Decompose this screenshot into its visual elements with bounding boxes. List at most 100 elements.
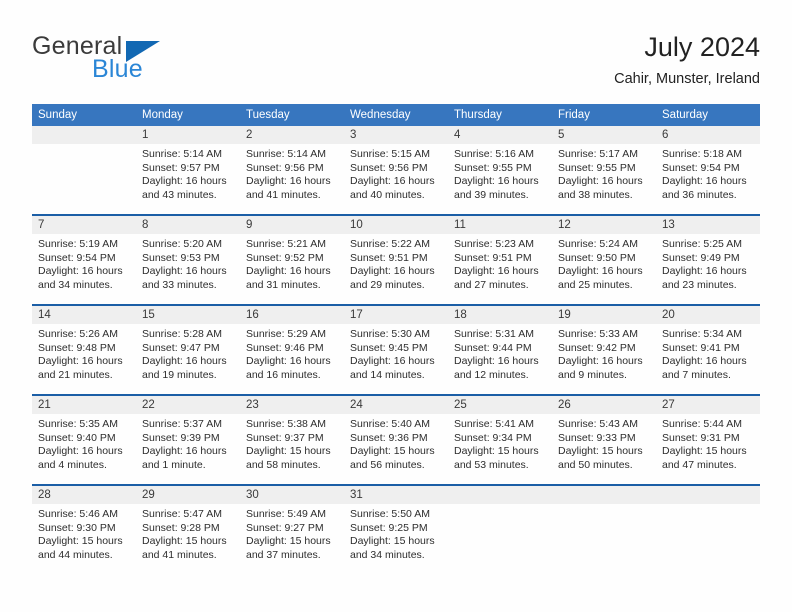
day-number[interactable]: 22 bbox=[136, 396, 240, 414]
sunrise-text: Sunrise: 5:28 AM bbox=[142, 328, 222, 340]
sunrise-text: Sunrise: 5:40 AM bbox=[350, 418, 430, 430]
page-subtitle: Cahir, Munster, Ireland bbox=[614, 71, 760, 87]
day-number[interactable]: 21 bbox=[32, 396, 136, 414]
title-block: July 2024 Cahir, Munster, Ireland bbox=[614, 30, 760, 90]
day-number[interactable]: 7 bbox=[32, 216, 136, 234]
sunset-text: Sunset: 9:33 PM bbox=[558, 431, 636, 444]
day-number[interactable]: 19 bbox=[552, 306, 656, 324]
sunset-text: Sunset: 9:57 PM bbox=[142, 161, 220, 174]
day-number[interactable]: 6 bbox=[656, 126, 760, 144]
day-cell: Sunrise: 5:15 AM Sunset: 9:56 PM Dayligh… bbox=[344, 144, 448, 214]
daylight-text: Daylight: 16 hours bbox=[142, 175, 227, 188]
logo-text-blue: Blue bbox=[92, 55, 143, 83]
daylight-text: Daylight: 16 hours bbox=[558, 175, 643, 188]
day-number[interactable]: 3 bbox=[344, 126, 448, 144]
daylight-text: Daylight: 16 hours bbox=[662, 175, 747, 188]
weekday-header-saturday: Saturday bbox=[662, 109, 709, 121]
daylight-text: Daylight: 16 hours bbox=[454, 265, 539, 278]
day-number[interactable]: 29 bbox=[136, 486, 240, 504]
day-number[interactable]: 25 bbox=[448, 396, 552, 414]
sunrise-text: Sunrise: 5:14 AM bbox=[246, 148, 326, 160]
sunset-text: Sunset: 9:56 PM bbox=[246, 161, 324, 174]
daylight-text: Daylight: 15 hours bbox=[662, 445, 747, 458]
day-cell: Sunrise: 5:49 AM Sunset: 9:27 PM Dayligh… bbox=[240, 504, 344, 574]
day-number[interactable]: 23 bbox=[240, 396, 344, 414]
daylight-text: Daylight: 15 hours bbox=[558, 445, 643, 458]
weekday-header-thursday: Thursday bbox=[454, 109, 502, 121]
day-number[interactable]: 27 bbox=[656, 396, 760, 414]
daylight-text-2: and 34 minutes. bbox=[350, 548, 425, 561]
day-number[interactable]: 4 bbox=[448, 126, 552, 144]
daylight-text: Daylight: 16 hours bbox=[350, 355, 435, 368]
day-number[interactable]: 31 bbox=[344, 486, 448, 504]
day-number[interactable]: 18 bbox=[448, 306, 552, 324]
daylight-text-2: and 58 minutes. bbox=[246, 458, 321, 471]
daylight-text-2: and 31 minutes. bbox=[246, 278, 321, 291]
sunset-text: Sunset: 9:53 PM bbox=[142, 251, 220, 264]
sunrise-text: Sunrise: 5:17 AM bbox=[558, 148, 638, 160]
day-number bbox=[32, 126, 136, 144]
daylight-text: Daylight: 15 hours bbox=[142, 535, 227, 548]
day-number[interactable]: 9 bbox=[240, 216, 344, 234]
day-cell: Sunrise: 5:44 AM Sunset: 9:31 PM Dayligh… bbox=[656, 414, 760, 484]
daylight-text-2: and 25 minutes. bbox=[558, 278, 633, 291]
daylight-text-2: and 47 minutes. bbox=[662, 458, 737, 471]
sunrise-text: Sunrise: 5:33 AM bbox=[558, 328, 638, 340]
daylight-text-2: and 33 minutes. bbox=[142, 278, 217, 291]
day-number[interactable]: 14 bbox=[32, 306, 136, 324]
daylight-text: Daylight: 16 hours bbox=[142, 445, 227, 458]
sunset-text: Sunset: 9:25 PM bbox=[350, 521, 428, 534]
day-number[interactable]: 16 bbox=[240, 306, 344, 324]
day-number[interactable]: 28 bbox=[32, 486, 136, 504]
day-cell: Sunrise: 5:46 AM Sunset: 9:30 PM Dayligh… bbox=[32, 504, 136, 574]
day-cell: Sunrise: 5:34 AM Sunset: 9:41 PM Dayligh… bbox=[656, 324, 760, 394]
day-cell bbox=[656, 504, 760, 574]
day-number[interactable]: 13 bbox=[656, 216, 760, 234]
sunset-text: Sunset: 9:27 PM bbox=[246, 521, 324, 534]
day-number[interactable]: 20 bbox=[656, 306, 760, 324]
sunrise-text: Sunrise: 5:19 AM bbox=[38, 238, 118, 250]
day-cell: Sunrise: 5:18 AM Sunset: 9:54 PM Dayligh… bbox=[656, 144, 760, 214]
daylight-text-2: and 9 minutes. bbox=[558, 368, 627, 381]
page-header: General Blue July 2024 Cahir, Munster, I… bbox=[32, 30, 760, 96]
day-cell: Sunrise: 5:38 AM Sunset: 9:37 PM Dayligh… bbox=[240, 414, 344, 484]
week-row: 21 22 23 24 25 26 27 Sunrise: 5:35 AM Su… bbox=[32, 394, 760, 484]
sunset-text: Sunset: 9:36 PM bbox=[350, 431, 428, 444]
day-number-row: 14 15 16 17 18 19 20 bbox=[32, 306, 760, 324]
daylight-text: Daylight: 16 hours bbox=[38, 355, 123, 368]
sunrise-text: Sunrise: 5:29 AM bbox=[246, 328, 326, 340]
day-number[interactable]: 15 bbox=[136, 306, 240, 324]
general-blue-logo[interactable]: General Blue bbox=[32, 32, 262, 92]
page-title: July 2024 bbox=[644, 32, 760, 62]
daylight-text: Daylight: 15 hours bbox=[38, 535, 123, 548]
day-number[interactable]: 8 bbox=[136, 216, 240, 234]
daylight-text-2: and 23 minutes. bbox=[662, 278, 737, 291]
day-number[interactable]: 2 bbox=[240, 126, 344, 144]
weekday-header-sunday: Sunday bbox=[38, 109, 78, 121]
day-number[interactable]: 5 bbox=[552, 126, 656, 144]
sunset-text: Sunset: 9:44 PM bbox=[454, 341, 532, 354]
day-number[interactable]: 12 bbox=[552, 216, 656, 234]
daylight-text-2: and 37 minutes. bbox=[246, 548, 321, 561]
day-cell bbox=[552, 504, 656, 574]
day-number[interactable]: 10 bbox=[344, 216, 448, 234]
sunrise-text: Sunrise: 5:18 AM bbox=[662, 148, 742, 160]
day-number[interactable]: 1 bbox=[136, 126, 240, 144]
day-cell: Sunrise: 5:30 AM Sunset: 9:45 PM Dayligh… bbox=[344, 324, 448, 394]
daylight-text-2: and 39 minutes. bbox=[454, 188, 529, 201]
day-number[interactable]: 26 bbox=[552, 396, 656, 414]
day-number[interactable]: 30 bbox=[240, 486, 344, 504]
day-number-row: 21 22 23 24 25 26 27 bbox=[32, 396, 760, 414]
daylight-text: Daylight: 16 hours bbox=[38, 265, 123, 278]
daylight-text-2: and 36 minutes. bbox=[662, 188, 737, 201]
daylight-text-2: and 12 minutes. bbox=[454, 368, 529, 381]
day-detail-row: Sunrise: 5:14 AM Sunset: 9:57 PM Dayligh… bbox=[32, 144, 760, 214]
daylight-text-2: and 41 minutes. bbox=[142, 548, 217, 561]
day-number[interactable]: 17 bbox=[344, 306, 448, 324]
day-number[interactable]: 11 bbox=[448, 216, 552, 234]
daylight-text-2: and 43 minutes. bbox=[142, 188, 217, 201]
day-cell: Sunrise: 5:14 AM Sunset: 9:57 PM Dayligh… bbox=[136, 144, 240, 214]
day-number[interactable]: 24 bbox=[344, 396, 448, 414]
day-cell: Sunrise: 5:22 AM Sunset: 9:51 PM Dayligh… bbox=[344, 234, 448, 304]
sunrise-text: Sunrise: 5:21 AM bbox=[246, 238, 326, 250]
